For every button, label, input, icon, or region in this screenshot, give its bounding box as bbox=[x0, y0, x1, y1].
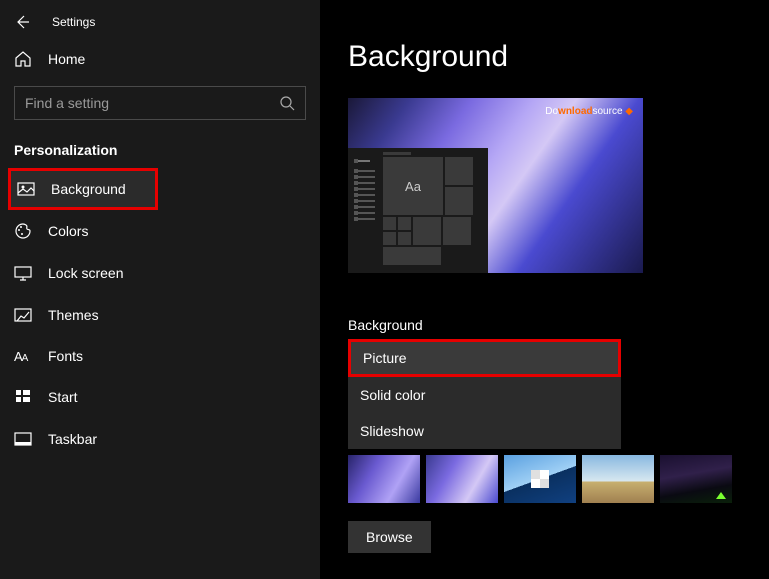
sidebar-item-themes[interactable]: Themes bbox=[0, 294, 320, 336]
sidebar-item-label: Fonts bbox=[48, 348, 83, 364]
fonts-icon: AA bbox=[14, 349, 32, 364]
sidebar-item-colors[interactable]: Colors bbox=[0, 210, 320, 252]
start-icon bbox=[14, 388, 32, 406]
watermark: Downloadsource ◆ bbox=[545, 106, 633, 117]
home-icon bbox=[14, 50, 32, 68]
window-title: Settings bbox=[52, 15, 95, 29]
back-icon[interactable] bbox=[14, 14, 30, 30]
dropdown-option-slideshow[interactable]: Slideshow bbox=[348, 413, 621, 449]
thumbnail-2[interactable] bbox=[426, 455, 498, 503]
picture-thumbnails bbox=[348, 455, 769, 503]
search-placeholder: Find a setting bbox=[25, 95, 279, 111]
sidebar-item-label: Lock screen bbox=[48, 265, 123, 281]
home-nav[interactable]: Home bbox=[0, 40, 320, 82]
browse-button[interactable]: Browse bbox=[348, 521, 431, 553]
settings-sidebar: Settings Home Find a setting Personaliza… bbox=[0, 0, 320, 579]
sidebar-item-start[interactable]: Start bbox=[0, 376, 320, 418]
thumbnail-5[interactable] bbox=[660, 455, 732, 503]
desktop-preview: Downloadsource ◆ Aa bbox=[348, 98, 643, 273]
dropdown-list: Solid color Slideshow bbox=[348, 377, 621, 449]
monitor-icon bbox=[14, 264, 32, 282]
search-input[interactable]: Find a setting bbox=[14, 86, 306, 120]
thumbnail-3[interactable] bbox=[504, 455, 576, 503]
home-label: Home bbox=[48, 51, 85, 67]
titlebar: Settings bbox=[0, 10, 320, 40]
picture-icon bbox=[17, 180, 35, 198]
sidebar-item-background[interactable]: Background bbox=[8, 168, 158, 210]
search-icon bbox=[279, 95, 295, 111]
preview-start-panel: Aa bbox=[348, 148, 488, 273]
sidebar-item-taskbar[interactable]: Taskbar bbox=[0, 418, 320, 460]
palette-icon bbox=[14, 222, 32, 240]
thumbnail-4[interactable] bbox=[582, 455, 654, 503]
dropdown-label: Background bbox=[348, 317, 769, 333]
category-header: Personalization bbox=[0, 136, 320, 168]
sidebar-item-label: Background bbox=[51, 181, 126, 197]
sidebar-item-lock-screen[interactable]: Lock screen bbox=[0, 252, 320, 294]
dropdown-option-picture[interactable]: Picture bbox=[351, 342, 618, 374]
taskbar-icon bbox=[14, 430, 32, 448]
sidebar-item-label: Colors bbox=[48, 223, 88, 239]
sidebar-item-fonts[interactable]: AA Fonts bbox=[0, 336, 320, 376]
content-area: Background Downloadsource ◆ Aa bbox=[320, 0, 769, 579]
sidebar-item-label: Taskbar bbox=[48, 431, 97, 447]
preview-tile-aa: Aa bbox=[383, 157, 443, 215]
dropdown-option-solid-color[interactable]: Solid color bbox=[348, 377, 621, 413]
thumbnail-1[interactable] bbox=[348, 455, 420, 503]
background-dropdown[interactable]: Picture bbox=[348, 339, 621, 377]
sidebar-item-label: Themes bbox=[48, 307, 99, 323]
sidebar-item-label: Start bbox=[48, 389, 78, 405]
paintbrush-icon bbox=[14, 306, 32, 324]
page-title: Background bbox=[348, 40, 769, 74]
